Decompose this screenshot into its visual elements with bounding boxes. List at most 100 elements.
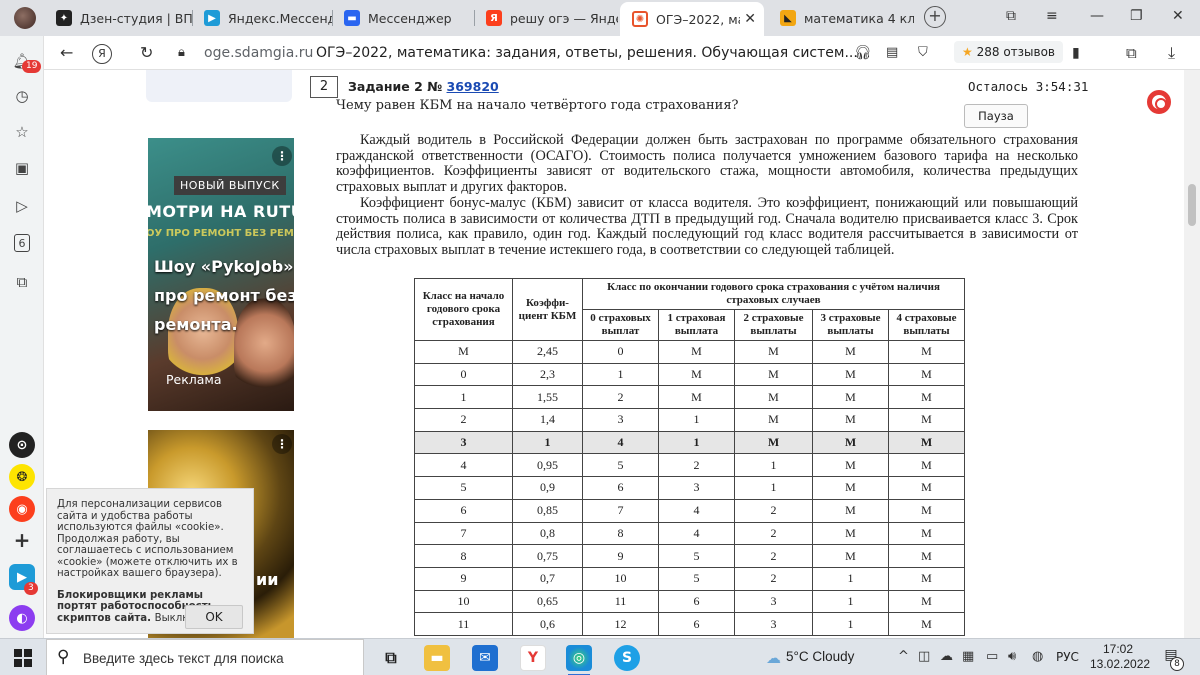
url-page-title[interactable]: ОГЭ–2022, математика: задания, ответы, р… (316, 45, 858, 61)
table-cell: 1 (582, 362, 659, 387)
menu-icon[interactable]: ≡ (1046, 8, 1058, 24)
close-tab-icon[interactable]: ✕ (744, 11, 756, 27)
yandex-food-app-icon[interactable]: ◉ (9, 496, 35, 522)
table-cell: 1 (812, 566, 889, 591)
table-cell: 12 (582, 612, 659, 636)
cloud-sync-icon[interactable]: ☁ (940, 649, 953, 664)
add-app-icon[interactable]: + (9, 527, 35, 553)
lock-icon[interactable]: 🔒︎ (178, 45, 185, 60)
task-area: 2 Задание 2 № 369820 Осталось 3:54:31 Че… (296, 70, 1138, 638)
table-row: 6 0,85 7 4 2 М М (414, 498, 965, 523)
tab-reshu-oge[interactable]: Я решу огэ — Яндекс (474, 4, 618, 32)
history-icon[interactable]: ◷ (11, 85, 33, 107)
reader-mode-icon[interactable]: ▤ (886, 45, 898, 60)
weather-text[interactable]: 5°C Cloudy (786, 649, 854, 664)
play-icon[interactable]: ▷ (11, 195, 33, 217)
table-cell: 2 (734, 521, 813, 546)
pause-button[interactable]: Пауза (964, 104, 1028, 128)
ad-banner-rutube[interactable]: НОВЫЙ ВЫПУСК МОТРИ НА RUTUBE ОУ ПРО РЕМО… (148, 138, 294, 411)
wifi-icon[interactable]: ◍ (1032, 649, 1043, 664)
mail-icon[interactable]: ✉ (472, 645, 498, 671)
table-cell: 1 (812, 589, 889, 614)
notes-icon[interactable]: ▣ (11, 157, 33, 179)
time-left: Осталось 3:54:31 (968, 79, 1089, 94)
taskbar-search[interactable]: ⚲ Введите здесь текст для поиска (46, 639, 364, 675)
skype-icon[interactable]: S (614, 645, 640, 671)
cookie-ok-button[interactable]: OK (185, 605, 243, 629)
gallery-icon[interactable]: ⧉ (11, 271, 33, 293)
help-lifebuoy-icon[interactable] (1147, 90, 1171, 114)
tab-math-4[interactable]: ◣ математика 4 клас (768, 4, 914, 32)
close-window-icon[interactable]: ✕ (1172, 8, 1184, 24)
page-scrollbar[interactable] (1184, 70, 1200, 638)
cookie-notice: Для персонализации сервисов сайта и удоб… (46, 488, 254, 634)
search-icon: ⚲ (57, 647, 70, 667)
scrollbar-thumb[interactable] (1188, 184, 1196, 226)
extensions-icon[interactable]: ⧉ (1126, 44, 1137, 62)
collections-icon[interactable]: ⧉ (1006, 8, 1016, 24)
clock[interactable]: 17:02 13.02.2022 (1090, 642, 1150, 672)
minimize-icon[interactable]: — (1090, 8, 1104, 24)
tab-messenger[interactable]: ▬ Мессенджер (332, 4, 474, 32)
task-view-icon[interactable]: ⧉ (378, 645, 404, 671)
alice-assistant-icon[interactable]: ◐ (9, 605, 35, 631)
table-cell: 1 (658, 430, 735, 455)
profile-avatar[interactable] (14, 7, 36, 29)
kinopoisk-app-icon[interactable]: ❂ (9, 464, 35, 490)
table-cell: 0,8 (512, 521, 583, 546)
table-cell: М (888, 453, 965, 478)
chat-icon: ▬ (344, 10, 360, 26)
table-cell: М (812, 521, 889, 546)
favorites-icon[interactable]: ☆ (11, 121, 33, 143)
new-tab-button[interactable]: + (924, 6, 946, 28)
yandex-home-icon[interactable]: Я (92, 44, 112, 64)
alice-app-icon[interactable]: ⊙ (9, 432, 35, 458)
edge-browser-icon[interactable]: ◎ (566, 645, 592, 675)
table-cell: 3 (582, 408, 659, 432)
headphones-icon[interactable]: 🎧︎ (854, 45, 872, 61)
table-row: М 2,45 0 М М М М (414, 340, 965, 364)
yandex-browser-icon[interactable]: Y (520, 645, 546, 671)
meet-now-icon[interactable]: ◫ (918, 649, 930, 664)
table-cell: М (812, 340, 889, 364)
chevron-up-icon[interactable]: ^ (898, 649, 909, 664)
table-cell: М (812, 476, 889, 500)
battery-icon[interactable]: ▭ (986, 649, 998, 664)
file-explorer-icon[interactable]: ▬ (424, 645, 450, 671)
tab-oge-2022[interactable]: ✺ ОГЭ–2022, мате ✕ (620, 2, 764, 36)
restore-icon[interactable]: ❐ (1130, 8, 1143, 24)
more-options-icon[interactable]: ⋮ (272, 146, 292, 166)
table-cell: 0,6 (512, 612, 583, 636)
header-payouts-3: 3 страховые выплаты (812, 309, 889, 341)
ad-label: Реклама (166, 372, 222, 387)
network-icon[interactable]: ▦ (962, 649, 974, 664)
reload-icon[interactable]: ↻ (140, 43, 153, 62)
back-icon[interactable]: ← (60, 43, 73, 62)
tabs-count-icon[interactable]: 6 (14, 234, 30, 252)
header-payouts-2: 2 страховые выплаты (734, 309, 813, 341)
table-row: 10 0,65 11 6 3 1 М (414, 589, 965, 614)
table-cell: 7 (582, 498, 659, 523)
table-cell: М (812, 362, 889, 387)
table-cell: 0 (582, 340, 659, 364)
bookmark-icon[interactable]: ▮ (1072, 45, 1080, 61)
table-row: 2 1,4 3 1 М М М (414, 408, 965, 432)
adblock-icon[interactable]: ⛉ (918, 45, 928, 60)
task-id-link[interactable]: 369820 (447, 79, 499, 94)
language-indicator[interactable]: РУС (1056, 650, 1079, 664)
table-cell: 2,45 (512, 340, 583, 364)
table-cell: 9 (414, 566, 513, 591)
table-cell: 2,3 (512, 362, 583, 387)
reviews-button[interactable]: ★ 288 отзывов (954, 41, 1063, 63)
header-kbm: Коэффи-циент КБМ (512, 278, 583, 341)
table-cell: 2 (734, 544, 813, 568)
tab-yandex-messenger[interactable]: ▶ Яндекс.Мессенджер (192, 4, 332, 32)
windows-start-icon[interactable] (14, 649, 32, 667)
download-icon[interactable]: ⤓ (1168, 43, 1175, 63)
tab-dzen-studio[interactable]: ✦ Дзен-студия | ВПР (44, 4, 192, 32)
volume-icon[interactable]: 🔊︎ (1008, 649, 1016, 664)
more-options-icon[interactable]: ⋮ (272, 434, 292, 454)
table-cell: 2 (582, 385, 659, 410)
notifications-count: 8 (1170, 657, 1184, 671)
url-domain[interactable]: oge.sdamgia.ru (204, 45, 313, 61)
